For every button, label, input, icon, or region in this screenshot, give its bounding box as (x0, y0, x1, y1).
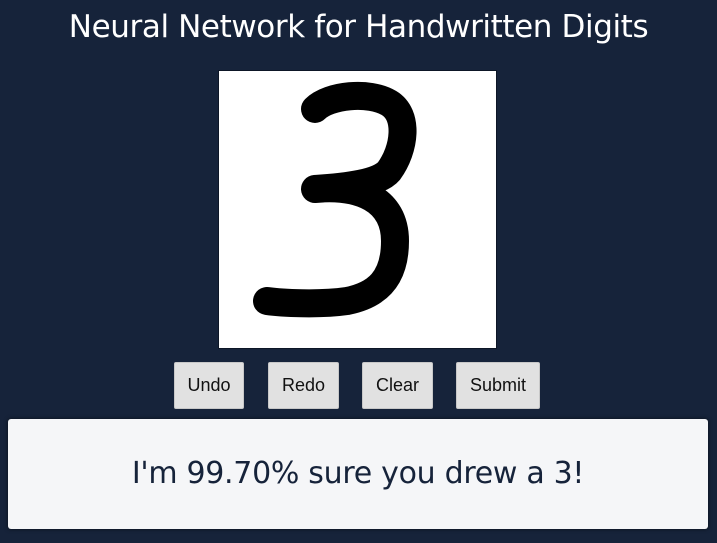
redo-button[interactable]: Redo (268, 362, 339, 409)
submit-button[interactable]: Submit (456, 362, 540, 409)
page-title: Neural Network for Handwritten Digits (68, 9, 649, 45)
drawing-canvas[interactable] (218, 70, 497, 349)
undo-button[interactable]: Undo (174, 362, 244, 409)
canvas-toolbar: Undo Redo Clear Submit (0, 362, 717, 409)
handwritten-digit-stroke-icon (253, 81, 417, 318)
clear-button[interactable]: Clear (362, 362, 433, 409)
prediction-result-panel: I'm 99.70% sure you drew a 3! (8, 419, 708, 529)
prediction-message: I'm 99.70% sure you drew a 3! (131, 456, 585, 491)
